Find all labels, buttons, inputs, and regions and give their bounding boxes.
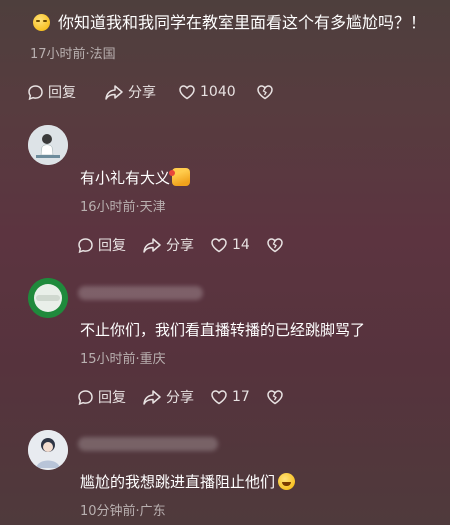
- smile-emoji-icon: [33, 14, 50, 31]
- like-button[interactable]: 17: [210, 389, 250, 405]
- like-count: 17: [232, 389, 250, 405]
- comment-text-content: 有小礼有大义: [80, 169, 171, 187]
- username-blurred: [78, 286, 203, 300]
- reply-bubble-icon: [78, 389, 93, 405]
- comment-meta: 17小时前·法国: [30, 47, 116, 62]
- comment-text: 你知道我和我同学在教室里面看这个有多尴尬吗？！: [58, 13, 427, 32]
- reply-label: 回复: [48, 85, 76, 101]
- reply-button[interactable]: 回复: [77, 235, 126, 255]
- avatar-image: [28, 278, 68, 318]
- comment-actions: 回复 分享 14: [77, 235, 302, 255]
- like-button[interactable]: 1040: [178, 84, 236, 100]
- like-button[interactable]: 14: [210, 237, 250, 253]
- comment-text: 尴尬的我想跳进直播阻止他们: [80, 471, 296, 493]
- share-arrow-icon: [143, 389, 161, 405]
- avatar-image: [28, 430, 68, 470]
- heart-icon: [211, 238, 227, 253]
- share-arrow-icon: [105, 84, 123, 100]
- reply-button[interactable]: 回复: [27, 82, 76, 102]
- reply-label: 回复: [98, 238, 126, 254]
- comment-text: 有小礼有大义: [80, 167, 191, 189]
- reply-bubble-icon: [28, 84, 43, 100]
- avatar[interactable]: [28, 278, 68, 318]
- share-button[interactable]: 分享: [142, 387, 194, 407]
- share-label: 分享: [128, 85, 156, 101]
- dislike-button[interactable]: [266, 389, 288, 405]
- like-count: 1040: [200, 84, 236, 100]
- share-arrow-icon: [143, 237, 161, 253]
- username-blurred: [78, 437, 218, 451]
- broken-heart-icon: [256, 85, 273, 100]
- comment-meta: 16小时前·天津: [80, 200, 166, 215]
- comment-meta: 10分钟前·广东: [80, 504, 166, 519]
- avatar[interactable]: [28, 125, 68, 165]
- heart-icon: [179, 85, 195, 100]
- reply-bubble-icon: [78, 237, 93, 253]
- comment-actions: 回复 分享 17: [77, 387, 302, 407]
- comment-text-content: 尴尬的我想跳进直播阻止他们: [80, 473, 276, 491]
- share-button[interactable]: 分享: [104, 82, 156, 102]
- share-label: 分享: [166, 238, 194, 254]
- dislike-button[interactable]: [266, 237, 288, 253]
- comment-text: 不止你们，我们看直播转播的已经跳脚骂了: [80, 321, 366, 339]
- share-button[interactable]: 分享: [142, 235, 194, 255]
- share-label: 分享: [166, 390, 194, 406]
- broken-heart-icon: [267, 390, 283, 405]
- dislike-button[interactable]: [256, 84, 278, 100]
- heart-icon: [211, 390, 227, 405]
- reply-button[interactable]: 回复: [77, 387, 126, 407]
- broken-heart-icon: [267, 238, 283, 253]
- comment-meta: 15小时前·重庆: [80, 352, 166, 367]
- thumbs-up-emoji-icon: [169, 168, 191, 186]
- avatar[interactable]: [28, 430, 68, 470]
- avatar-image: [28, 125, 68, 165]
- reply-label: 回复: [98, 390, 126, 406]
- like-count: 14: [232, 237, 250, 253]
- comment-actions: 回复 分享 1040: [27, 82, 292, 102]
- laughing-emoji-icon: [278, 473, 296, 490]
